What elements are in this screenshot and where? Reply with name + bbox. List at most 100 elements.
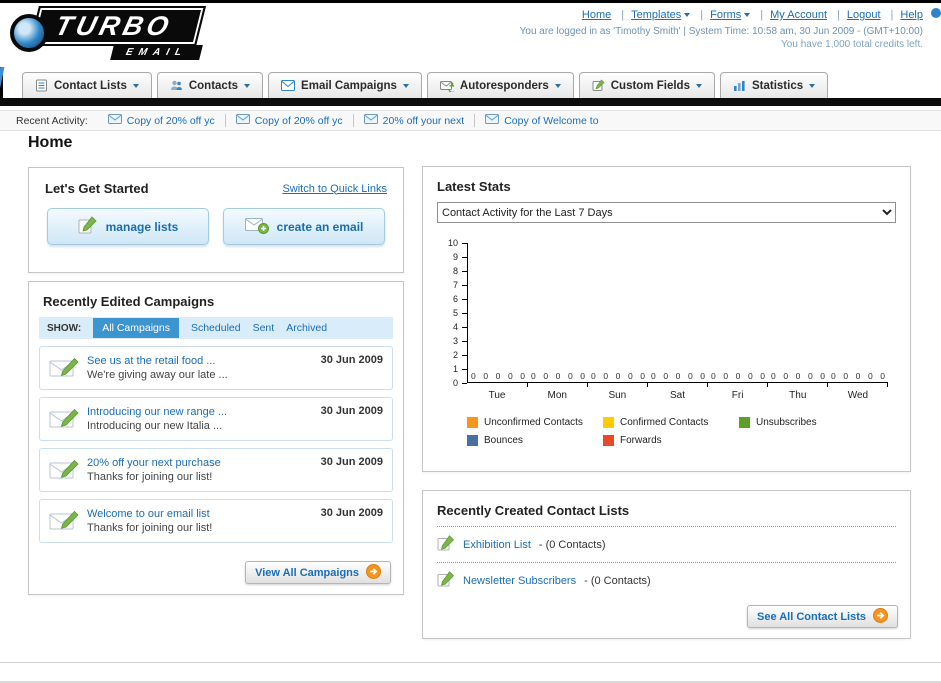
- campaign-title-link[interactable]: See us at the retail food ...: [87, 354, 313, 368]
- link-forms[interactable]: Forms: [710, 9, 770, 21]
- logo-wheel-icon: [10, 14, 48, 52]
- nav-tab-custom-fields[interactable]: Custom Fields: [578, 72, 715, 98]
- manage-lists-button[interactable]: manage lists: [47, 208, 209, 245]
- campaign-row[interactable]: Introducing our new range ... Introducin…: [39, 397, 393, 441]
- get-started-header: Let's Get Started Switch to Quick Links: [29, 168, 403, 196]
- email-edit-icon: [49, 459, 79, 481]
- legend-item: Unconfirmed Contacts: [467, 417, 603, 428]
- stats-period-select[interactable]: Contact Activity for the Last 7 Days: [437, 202, 896, 223]
- legend-item: Unsubscribes: [739, 417, 875, 428]
- email-icon: [363, 114, 378, 127]
- latest-stats-title: Latest Stats: [437, 179, 511, 194]
- campaign-subtitle: We're giving away our late ...: [87, 369, 228, 381]
- nav-tab-email-campaigns[interactable]: Email Campaigns: [268, 72, 422, 98]
- campaign-text: See us at the retail food ... We're givi…: [87, 354, 313, 382]
- recent-activity-item[interactable]: 20% off your next: [354, 114, 476, 127]
- recent-campaigns-panel: Recently Edited Campaigns SHOW: All Camp…: [28, 281, 404, 595]
- latest-stats-panel: Latest Stats Contact Activity for the La…: [422, 166, 911, 472]
- campaign-date: 30 Jun 2009: [320, 456, 383, 468]
- switch-quick-links-link[interactable]: Switch to Quick Links: [282, 183, 387, 195]
- contact-list-link[interactable]: Exhibition List: [463, 539, 531, 551]
- contact-list-row[interactable]: Newsletter Subscribers - (0 Contacts): [423, 563, 910, 598]
- contact-list-detail: - (0 Contacts): [584, 574, 651, 587]
- logo-text: TURBO EMAIL: [29, 6, 207, 60]
- chart-grid: 10 9 8 7 6 5 4 3 2 1 0 000000000000000000000000000…: [437, 239, 888, 388]
- filter-archived[interactable]: Archived: [286, 322, 327, 334]
- nav-tab-autoresponders[interactable]: Autoresponders: [426, 72, 574, 98]
- campaign-title-link[interactable]: Introducing our new range ...: [87, 405, 313, 419]
- campaign-subtitle: Introducing our new Italia ...: [87, 420, 223, 432]
- filter-all-campaigns[interactable]: All Campaigns: [93, 318, 179, 338]
- chart-day-labels: Tue Mon Sun Sat Fri Thu Wed: [488, 390, 869, 401]
- create-email-button[interactable]: create an email: [223, 208, 385, 245]
- campaign-title-link[interactable]: 20% off your next purchase: [87, 456, 313, 470]
- see-all-contact-lists-button[interactable]: See All Contact Lists: [746, 605, 898, 628]
- filter-sent[interactable]: Sent: [253, 322, 275, 334]
- logo-email-text: EMAIL: [110, 45, 203, 60]
- recent-activity-bar: Recent Activity: Copy of 20% off yc Copy…: [0, 110, 941, 131]
- show-label: SHOW:: [47, 322, 82, 334]
- recent-activity-item[interactable]: Copy of 20% off yc: [98, 114, 226, 127]
- email-campaigns-icon: [281, 80, 296, 91]
- link-logout[interactable]: Logout: [847, 9, 901, 21]
- blue-dot-decoration: [931, 8, 941, 18]
- campaign-row[interactable]: 20% off your next purchase Thanks for jo…: [39, 448, 393, 492]
- contacts-icon: [170, 79, 183, 92]
- recent-activity-item[interactable]: Copy of 20% off yc: [226, 114, 354, 127]
- nav-tab-contacts[interactable]: Contacts: [156, 72, 264, 98]
- recent-activity-item[interactable]: Copy of Welcome to: [475, 114, 608, 127]
- campaign-text: 20% off your next purchase Thanks for jo…: [87, 456, 313, 484]
- link-home[interactable]: Home: [582, 9, 631, 21]
- campaign-date: 30 Jun 2009: [320, 507, 383, 519]
- header-links: Home Templates Forms My Account Logout H…: [582, 9, 923, 21]
- campaign-title-link[interactable]: Welcome to our email list: [87, 507, 313, 521]
- legend-item: Forwards: [603, 435, 739, 446]
- campaign-row[interactable]: See us at the retail food ... We're givi…: [39, 346, 393, 390]
- legend-swatch: [603, 417, 614, 428]
- email-icon: [235, 114, 250, 127]
- contact-list-row[interactable]: Exhibition List - (0 Contacts): [423, 527, 910, 562]
- contact-lists-icon: [35, 79, 48, 92]
- campaign-row[interactable]: Welcome to our email list Thanks for joi…: [39, 499, 393, 543]
- contact-list-link[interactable]: Newsletter Subscribers: [463, 575, 576, 587]
- campaign-text: Introducing our new range ... Introducin…: [87, 405, 313, 433]
- get-started-buttons: manage lists create an email: [29, 208, 403, 245]
- email-plus-icon: [244, 216, 269, 237]
- app-root: TURBO EMAIL Home Templates Forms My Acco…: [0, 0, 941, 683]
- email-icon: [107, 114, 122, 127]
- autoresponders-icon: [439, 80, 454, 92]
- chevron-down-icon: [744, 13, 751, 17]
- header: TURBO EMAIL Home Templates Forms My Acco…: [0, 3, 941, 67]
- chevron-down-icon: [402, 83, 409, 88]
- legend-item: Confirmed Contacts: [603, 417, 739, 428]
- link-help[interactable]: Help: [900, 9, 923, 21]
- arrow-right-icon: [366, 563, 381, 582]
- contact-list-detail: - (0 Contacts): [538, 538, 606, 551]
- link-templates[interactable]: Templates: [631, 9, 710, 21]
- recent-contact-lists-title: Recently Created Contact Lists: [437, 503, 630, 518]
- nav-tab-statistics[interactable]: Statistics: [719, 72, 829, 98]
- link-my-account[interactable]: My Account: [770, 9, 847, 21]
- chart-y-axis: 10 9 8 7 6 5 4 3 2 1 0: [437, 239, 467, 388]
- campaign-text: Welcome to our email list Thanks for joi…: [87, 507, 313, 535]
- email-edit-icon: [49, 408, 79, 430]
- main-nav: Contact Lists Contacts Email Campaigns A…: [22, 72, 829, 98]
- get-started-title: Let's Get Started: [45, 181, 149, 196]
- app-logo: TURBO EMAIL: [10, 6, 207, 60]
- page-title: Home: [28, 134, 73, 151]
- chevron-down-icon: [809, 83, 816, 88]
- legend-swatch: [467, 417, 478, 428]
- campaign-filter-bar: SHOW: All Campaigns Scheduled Sent Archi…: [39, 317, 393, 339]
- chevron-down-icon: [684, 13, 691, 17]
- pencil-icon: [78, 216, 98, 237]
- chevron-down-icon: [132, 83, 139, 88]
- legend-swatch: [467, 435, 478, 446]
- recent-activity-label: Recent Activity:: [16, 114, 88, 127]
- legend-swatch: [603, 435, 614, 446]
- campaign-date: 30 Jun 2009: [320, 405, 383, 417]
- filter-scheduled[interactable]: Scheduled: [191, 322, 241, 334]
- pencil-icon: [437, 535, 455, 554]
- view-all-campaigns-button[interactable]: View All Campaigns: [245, 561, 391, 584]
- get-started-panel: Let's Get Started Switch to Quick Links …: [28, 167, 404, 273]
- nav-tab-contact-lists[interactable]: Contact Lists: [22, 72, 152, 98]
